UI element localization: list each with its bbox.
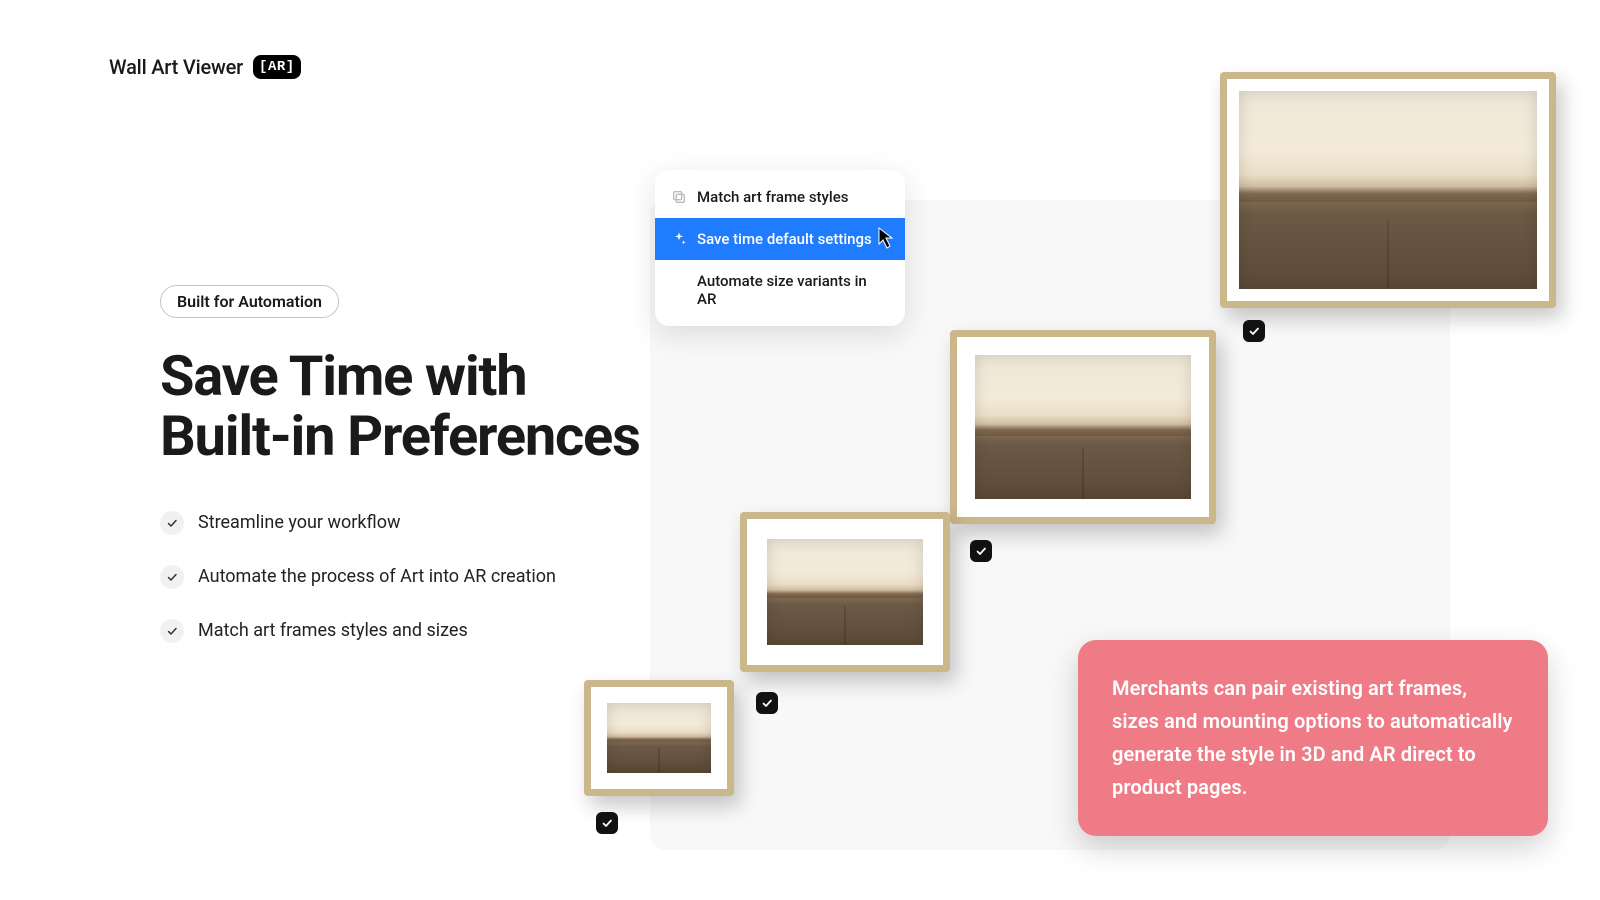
sparkle-icon [671,231,687,247]
bullet-text: Automate the process of Art into AR crea… [198,566,556,587]
feature-bullet: Automate the process of Art into AR crea… [160,565,700,589]
frame-check-badge[interactable] [596,812,618,834]
art-frame-small [740,512,950,672]
settings-menu: Match art frame styles Save time default… [655,170,905,326]
copy-block: Built for Automation Save Time with Buil… [160,285,700,643]
art-frame-large [1220,72,1556,308]
menu-item-label: Match art frame styles [697,188,848,206]
bullet-text: Streamline your workflow [198,512,401,533]
cursor-icon [877,226,897,254]
bullet-text: Match art frames styles and sizes [198,620,468,641]
art-frame-medium [950,330,1216,524]
frame-check-badge[interactable] [1243,320,1265,342]
menu-item-default-settings[interactable]: Save time default settings [655,218,905,260]
blank-icon [671,282,687,298]
check-icon [160,511,184,535]
check-icon [160,565,184,589]
automation-chip: Built for Automation [160,285,339,318]
check-icon [160,619,184,643]
headline-line: Save Time with [160,343,526,409]
brand: Wall Art Viewer [AR] [109,55,301,79]
feature-bullet: Match art frames styles and sizes [160,619,700,643]
brand-name: Wall Art Viewer [109,55,243,79]
ar-badge-icon: [AR] [253,55,301,79]
feature-bullet: Streamline your workflow [160,511,700,535]
menu-item-match-frames[interactable]: Match art frame styles [655,176,905,218]
menu-item-label: Automate size variants in AR [697,272,889,308]
select-icon [671,189,687,205]
menu-item-label: Save time default settings [697,230,872,248]
menu-item-automate-variants[interactable]: Automate size variants in AR [655,260,905,320]
frame-check-badge[interactable] [970,540,992,562]
art-frame-tiny [584,680,734,796]
info-callout: Merchants can pair existing art frames, … [1078,640,1548,836]
headline: Save Time with Built-in Preferences [160,346,700,467]
frame-check-badge[interactable] [756,692,778,714]
headline-line: Built-in Preferences [160,403,640,469]
